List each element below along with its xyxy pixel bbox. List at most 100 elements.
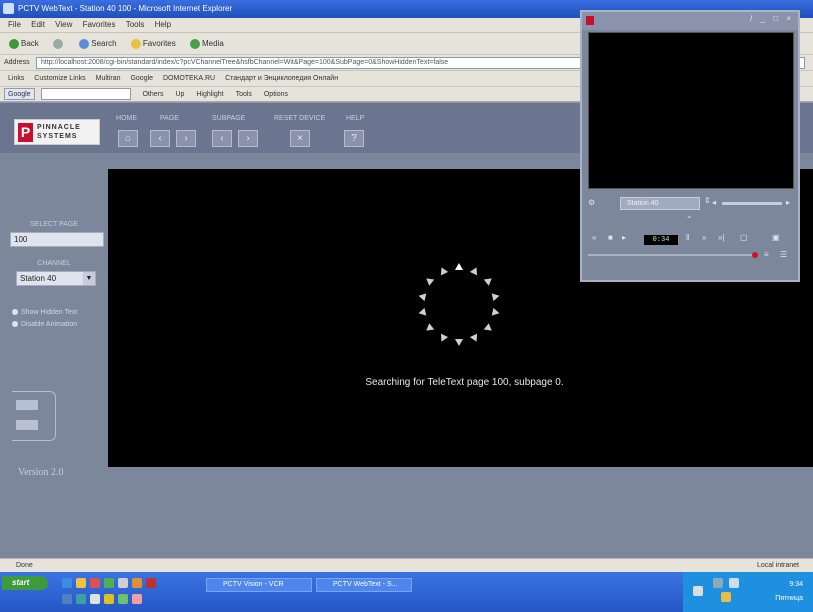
subpage-next-button[interactable]: › — [238, 130, 258, 147]
player-channel-select[interactable]: Station 40 — [620, 197, 700, 210]
app3-quicklaunch-icon[interactable] — [118, 578, 128, 588]
mute-icon[interactable]: ◂ — [712, 198, 716, 207]
link-encyclopedia[interactable]: Стандарт и Энциклопедия Онлайн — [225, 75, 338, 82]
player-titlebar[interactable]: / _ □ × — [582, 12, 798, 30]
tray-network-icon[interactable] — [693, 586, 703, 596]
chevron-down-icon: ▼ — [83, 272, 95, 285]
app10-quicklaunch-icon[interactable] — [118, 594, 128, 604]
app7-quicklaunch-icon[interactable] — [76, 594, 86, 604]
menu-help[interactable]: Help — [155, 20, 171, 29]
page-number-input[interactable]: 100 — [10, 232, 104, 247]
media-button[interactable]: Media — [187, 33, 227, 55]
folder-quicklaunch-icon[interactable] — [76, 578, 86, 588]
forward-button[interactable] — [50, 33, 68, 55]
tray-app-icon[interactable] — [713, 578, 723, 588]
spinner-segment — [417, 291, 427, 301]
stop-icon[interactable]: ■ — [608, 233, 613, 242]
app2-quicklaunch-icon[interactable] — [104, 578, 114, 588]
forward-arrow-icon — [53, 38, 64, 49]
google-highlight[interactable]: Highlight — [196, 91, 223, 98]
seek-bar[interactable] — [588, 254, 758, 256]
menu-view[interactable]: View — [55, 20, 72, 29]
task-pctv-webtext[interactable]: PCTV WebText - S... — [316, 578, 412, 592]
ie-icon — [3, 3, 14, 14]
play-icon[interactable]: ▸ — [622, 233, 626, 242]
google-search-input[interactable] — [40, 88, 131, 101]
menu-icon[interactable]: ☰ — [780, 250, 787, 259]
google-options[interactable]: Options — [264, 91, 288, 98]
google-logo-button[interactable]: Google — [4, 88, 35, 101]
tray-app3-icon[interactable] — [721, 592, 731, 602]
forward-icon[interactable]: » — [702, 233, 706, 242]
pinnacle-icon — [586, 16, 594, 25]
tray-app2-icon[interactable] — [729, 578, 739, 588]
skip-icon[interactable]: »| — [718, 233, 725, 242]
disable-animation-checkbox[interactable]: Disable Animation — [12, 321, 77, 328]
link-google[interactable]: Google — [130, 75, 153, 82]
start-button[interactable]: start — [2, 576, 48, 590]
side-panel-button-2[interactable] — [16, 420, 38, 430]
google-others[interactable]: Others — [142, 91, 163, 98]
app9-quicklaunch-icon[interactable] — [104, 594, 114, 604]
app8-quicklaunch-icon[interactable] — [90, 594, 100, 604]
record-icon[interactable] — [752, 252, 758, 258]
spinner-segment — [437, 333, 448, 344]
app6-quicklaunch-icon[interactable] — [62, 594, 72, 604]
page-prev-button[interactable]: ‹ — [150, 130, 170, 147]
desktop: PCTV WebText - Station 40 100 - Microsof… — [0, 0, 813, 612]
home-button[interactable]: ⌂ — [118, 130, 138, 147]
google-tools[interactable]: Tools — [236, 91, 252, 98]
menu-favorites[interactable]: Favorites — [83, 20, 116, 29]
task-pctv-vision[interactable]: PCTV Vision - VCR — [206, 578, 312, 592]
reset-device-button[interactable]: × — [290, 130, 310, 147]
status-zone: Local intranet — [756, 562, 799, 569]
snapshot-icon[interactable]: ▢ — [740, 233, 748, 242]
favorites-button[interactable]: Favorites — [128, 33, 179, 55]
radio-dot-icon — [12, 309, 18, 316]
collapse-chevron-icon[interactable]: ⌃ — [686, 215, 693, 224]
menu-tools[interactable]: Tools — [126, 20, 145, 29]
volume-slider[interactable] — [722, 202, 782, 205]
system-tray: 9:34 Пятница — [683, 572, 813, 612]
side-panel-button-1[interactable] — [16, 400, 38, 410]
search-label: Search — [91, 39, 117, 48]
link-multiran[interactable]: Multiran — [96, 75, 121, 82]
settings-icon[interactable]: ⚙ — [588, 198, 595, 207]
status-done: Done — [16, 562, 33, 569]
app11-quicklaunch-icon[interactable] — [132, 594, 142, 604]
nav-label-reset: RESET DEVICE — [274, 115, 326, 122]
spinner-segment — [424, 322, 435, 334]
channel-select[interactable]: Station 40 ▼ — [16, 271, 96, 286]
window-title: PCTV WebText - Station 40 100 - Microsof… — [18, 4, 233, 13]
logo-mark: P — [18, 123, 33, 142]
disable-animation-label: Disable Animation — [21, 321, 78, 328]
app-quicklaunch-icon[interactable] — [90, 578, 100, 588]
volume-up-icon[interactable]: ▸ — [786, 198, 790, 207]
link-domoteka[interactable]: DOMOTEKA.RU — [163, 75, 215, 82]
page-next-button[interactable]: › — [176, 130, 196, 147]
search-button[interactable]: Search — [76, 33, 119, 55]
list-icon[interactable]: ≡ — [764, 250, 769, 259]
fullscreen-icon[interactable]: ▣ — [772, 233, 780, 242]
logo-text-line2: SYSTEMS — [37, 133, 78, 140]
google-up[interactable]: Up — [175, 91, 184, 98]
address-label: Address — [4, 59, 30, 66]
back-button[interactable]: Back — [6, 33, 42, 55]
subpage-prev-button[interactable]: ‹ — [212, 130, 232, 147]
nav-label-help: HELP — [346, 115, 365, 122]
loading-spinner-icon — [414, 259, 504, 349]
show-hidden-text-checkbox[interactable]: Show Hidden Text — [12, 309, 77, 316]
help-button[interactable]: ? — [344, 130, 364, 147]
menu-edit[interactable]: Edit — [31, 20, 45, 29]
link-customize[interactable]: Customize Links — [34, 75, 85, 82]
pause-icon[interactable]: ‖ — [686, 233, 689, 242]
menu-file[interactable]: File — [8, 20, 21, 29]
rewind-icon[interactable]: « — [592, 233, 596, 242]
nav-label-home: HOME — [116, 115, 137, 122]
channel-up-down-icon[interactable]: ⇕ — [704, 196, 711, 205]
ie-quicklaunch-icon[interactable] — [62, 578, 72, 588]
app5-quicklaunch-icon[interactable] — [146, 578, 156, 588]
player-window-controls[interactable]: / _ □ × — [750, 14, 794, 23]
app4-quicklaunch-icon[interactable] — [132, 578, 142, 588]
nav-label-page: PAGE — [160, 115, 179, 122]
